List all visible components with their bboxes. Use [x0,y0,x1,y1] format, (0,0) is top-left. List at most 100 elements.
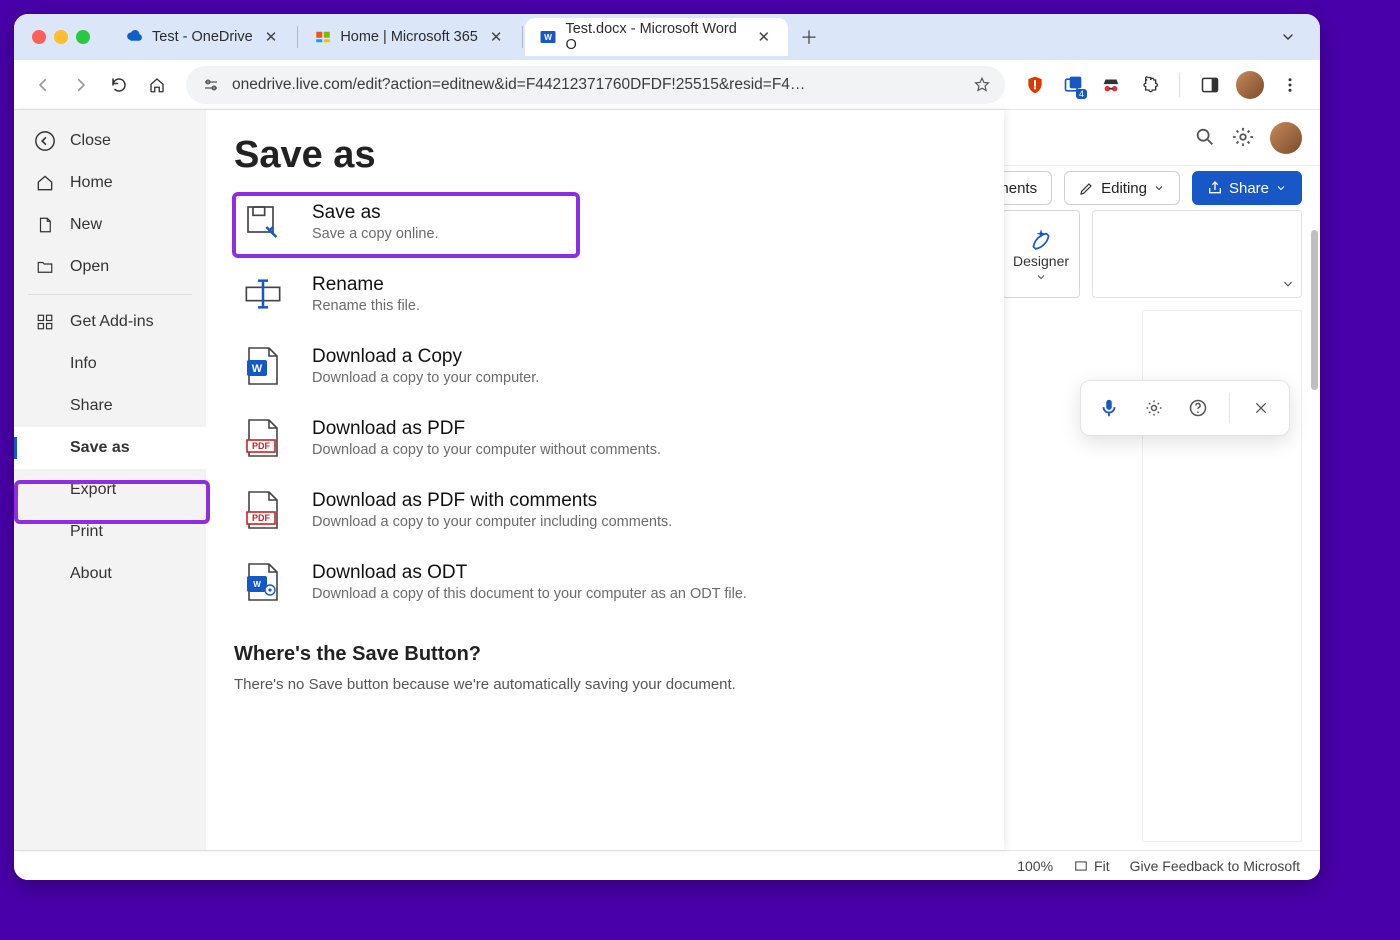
option-title: Download as PDF [312,418,661,440]
tab-onedrive[interactable]: Test - OneDrive ✕ [112,18,295,56]
tab-overflow-button[interactable] [1274,23,1302,51]
separator [28,294,192,295]
forward-button[interactable] [64,68,98,102]
option-subtitle: Download a copy to your computer without… [312,442,661,458]
pdf-comments-icon: PDF [242,489,284,531]
save-as-icon [242,201,284,243]
back-button[interactable] [26,68,60,102]
file-nav-about[interactable]: About [14,553,206,595]
browser-window: Test - OneDrive ✕ Home | Microsoft 365 ✕… [14,14,1320,880]
home-icon [34,172,56,194]
file-nav-export[interactable]: Export [14,469,206,511]
file-nav-addins[interactable]: Get Add-ins [14,301,206,343]
tab-m365[interactable]: Home | Microsoft 365 ✕ [300,18,520,56]
ublock-icon[interactable] [1023,73,1047,97]
reload-button[interactable] [102,68,136,102]
file-nav-open[interactable]: Open [14,246,206,288]
file-nav-home[interactable]: Home [14,162,206,204]
editing-label: Editing [1101,180,1147,197]
file-backstage-pane: Close Home New [14,110,1004,850]
file-nav-saveas[interactable]: Save as [14,427,206,469]
address-bar[interactable]: onedrive.live.com/edit?action=editnew&id… [186,66,1005,104]
user-avatar[interactable] [1270,122,1302,154]
maximize-window-button[interactable] [76,30,90,44]
tab-strip: Test - OneDrive ✕ Home | Microsoft 365 ✕… [14,14,1320,60]
option-title: Download as ODT [312,562,747,584]
option-download-odt[interactable]: W Download as ODT Download a copy of thi… [234,551,976,613]
option-title: Download a Copy [312,346,539,368]
tab-count-badge: 4 [1076,89,1087,99]
dictation-help-icon[interactable] [1184,394,1212,422]
file-nav-print[interactable]: Print [14,511,206,553]
url-text: onedrive.live.com/edit?action=editnew&id… [232,76,963,94]
new-tab-button[interactable]: ＋ [794,22,824,52]
option-subtitle: Save a copy online. [312,226,439,242]
option-download-pdf-comments[interactable]: PDF Download as PDF with comments Downlo… [234,479,976,541]
home-button[interactable] [140,68,174,102]
svg-text:PDF: PDF [252,441,271,451]
close-window-button[interactable] [32,30,46,44]
browser-menu-icon[interactable] [1278,73,1302,97]
tab-title: Test.docx - Microsoft Word O [565,21,745,53]
word-doc-icon: W [242,345,284,387]
help-body: There's no Save button because we're aut… [234,676,976,693]
close-tab-icon[interactable]: ✕ [261,26,282,48]
file-nav-label: New [70,216,102,234]
profile-avatar[interactable] [1236,71,1264,99]
extensions-icon[interactable] [1137,73,1161,97]
file-nav-close[interactable]: Close [14,120,206,162]
file-nav-label: Print [70,523,103,541]
incognito-icon[interactable] [1099,73,1123,97]
svg-text:W: W [252,363,263,375]
ribbon-expand-card[interactable] [1092,210,1302,298]
tabgroup-icon[interactable]: 4 [1061,73,1085,97]
file-nav-new[interactable]: New [14,204,206,246]
settings-icon[interactable] [1232,126,1256,150]
file-nav-label: Share [70,397,113,415]
tab-title: Test - OneDrive [152,29,253,45]
option-title: Download as PDF with comments [312,490,672,512]
designer-button[interactable]: Designer [1002,210,1080,298]
file-nav-label: Open [70,258,109,276]
option-subtitle: Download a copy to your computer. [312,370,539,386]
file-main: Save as Save as Save a copy online. [206,110,1004,850]
option-download-copy[interactable]: W Download a Copy Download a copy to you… [234,335,976,397]
zoom-level[interactable]: 100% [1017,858,1053,874]
file-nav-label: Close [70,132,111,150]
close-tab-icon[interactable]: ✕ [486,26,507,48]
bookmark-icon[interactable] [973,76,991,94]
folder-open-icon [34,256,56,278]
file-nav-label: Get Add-ins [70,313,154,331]
minimize-window-button[interactable] [54,30,68,44]
file-nav-info[interactable]: Info [14,343,206,385]
odt-icon: W [242,561,284,603]
sidepanel-icon[interactable] [1198,73,1222,97]
tab-word-active[interactable]: W Test.docx - Microsoft Word O ✕ [525,18,788,56]
option-save-as[interactable]: Save as Save a copy online. [234,191,976,253]
microphone-icon[interactable] [1095,394,1123,422]
option-subtitle: Download a copy of this document to your… [312,586,747,602]
site-settings-icon[interactable] [200,74,222,96]
dictation-settings-icon[interactable] [1140,394,1168,422]
share-button[interactable]: Share [1192,171,1302,205]
window-controls [22,30,98,44]
onedrive-icon [126,28,144,46]
close-dictation-icon[interactable] [1247,394,1275,422]
scrollbar[interactable] [1311,230,1318,390]
page-content: omments Editing Share Designer [14,110,1320,880]
help-section: Where's the Save Button? There's no Save… [234,643,976,693]
option-subtitle: Rename this file. [312,298,420,314]
option-download-pdf[interactable]: PDF Download as PDF Download a copy to y… [234,407,976,469]
browser-toolbar: onedrive.live.com/edit?action=editnew&id… [14,60,1320,110]
share-label: Share [1229,180,1269,197]
addins-icon [34,311,56,333]
pdf-icon: PDF [242,417,284,459]
editing-mode-button[interactable]: Editing [1064,171,1180,205]
file-nav-share[interactable]: Share [14,385,206,427]
feedback-link[interactable]: Give Feedback to Microsoft [1130,858,1300,874]
close-tab-icon[interactable]: ✕ [753,26,774,48]
rename-icon [242,273,284,315]
search-icon[interactable] [1194,126,1218,150]
option-rename[interactable]: Rename Rename this file. [234,263,976,325]
fit-button[interactable]: Fit [1073,858,1110,874]
